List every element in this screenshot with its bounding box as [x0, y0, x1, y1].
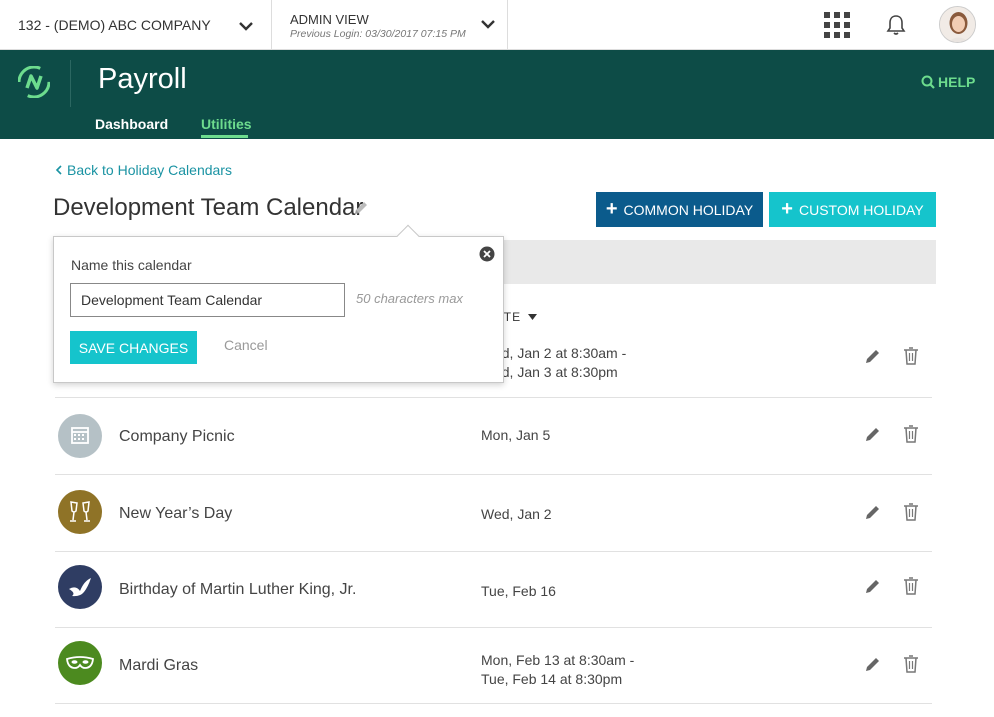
- date-line: Mon, Feb 13 at 8:30am -: [481, 652, 635, 668]
- help-link[interactable]: HELP: [921, 74, 975, 90]
- custom-holiday-button[interactable]: + CUSTOM HOLIDAY: [769, 192, 936, 227]
- table-row: New Year’s Day Wed, Jan 2: [55, 475, 932, 552]
- user-avatar-icon: [940, 7, 975, 42]
- header-divider: [70, 60, 71, 107]
- holiday-name: New Year’s Day: [119, 505, 233, 522]
- custom-holiday-label: CUSTOM HOLIDAY: [798, 201, 924, 218]
- holiday-icon: [58, 414, 102, 458]
- plus-icon: +: [605, 197, 618, 220]
- avatar[interactable]: [939, 6, 976, 43]
- table-row: Company Picnic Mon, Jan 5: [55, 398, 932, 475]
- dove-icon: [69, 578, 91, 597]
- chevron-left-icon: [55, 165, 62, 175]
- top-bar: 132 - (DEMO) ABC COMPANY ADMIN VIEW Prev…: [0, 0, 994, 50]
- date-line: Mon, Jan 5: [481, 427, 551, 443]
- chevron-down-icon: [481, 20, 495, 29]
- pencil-icon[interactable]: [864, 425, 882, 443]
- date-line: Tue, Feb 14 at 8:30pm: [481, 671, 623, 687]
- apps-grid-icon[interactable]: [824, 12, 850, 38]
- calendar-icon: [71, 427, 89, 444]
- trash-icon[interactable]: [903, 347, 919, 365]
- help-label: HELP: [938, 74, 976, 90]
- tab-utilities[interactable]: Utilities: [201, 116, 252, 132]
- tab-dashboard[interactable]: Dashboard: [95, 116, 168, 132]
- pencil-icon[interactable]: [864, 655, 882, 673]
- search-icon: [921, 75, 935, 89]
- popover-arrow: [396, 224, 420, 248]
- champagne-glasses-icon: [70, 501, 90, 522]
- bell-icon[interactable]: [885, 14, 907, 36]
- pencil-icon[interactable]: [864, 503, 882, 521]
- company-label: 132 - (DEMO) ABC COMPANY: [18, 17, 211, 33]
- save-changes-button[interactable]: SAVE CHANGES: [70, 331, 197, 364]
- common-holiday-label: COMMON HOLIDAY: [623, 201, 754, 218]
- char-limit-hint: 50 characters max: [356, 291, 463, 306]
- back-link-label: Back to Holiday Calendars: [67, 162, 232, 178]
- common-holiday-button[interactable]: + COMMON HOLIDAY: [596, 192, 763, 227]
- table-row: Mardi Gras Mon, Feb 13 at 8:30am - Tue, …: [55, 627, 932, 704]
- company-selector[interactable]: 132 - (DEMO) ABC COMPANY: [0, 0, 272, 50]
- mask-icon: [66, 656, 94, 669]
- holiday-name: Company Picnic: [119, 428, 235, 445]
- holiday-icon: [58, 490, 102, 534]
- app-title: Payroll: [98, 63, 187, 95]
- logo-icon: [18, 66, 50, 98]
- holiday-name: Birthday of Martin Luther King, Jr.: [119, 581, 357, 598]
- holiday-date: Mon, Jan 5: [481, 426, 550, 445]
- trash-icon[interactable]: [903, 577, 919, 595]
- view-selector[interactable]: ADMIN VIEW Previous Login: 03/30/2017 07…: [272, 0, 508, 50]
- trash-icon[interactable]: [903, 425, 919, 443]
- holiday-name: Mardi Gras: [119, 657, 199, 674]
- holiday-date: Mon, Feb 13 at 8:30am - Tue, Feb 14 at 8…: [481, 651, 634, 689]
- caret-down-icon: [528, 314, 538, 320]
- calendar-name-label: Name this calendar: [71, 257, 192, 273]
- cancel-button[interactable]: Cancel: [224, 337, 268, 353]
- close-icon[interactable]: [479, 246, 495, 262]
- rename-calendar-popover: Name this calendar 50 characters max SAV…: [53, 224, 504, 383]
- table-row: Birthday of Martin Luther King, Jr. Tue,…: [55, 551, 932, 628]
- trash-icon[interactable]: [903, 655, 919, 673]
- page-title: Development Team Calendar: [53, 194, 364, 221]
- view-title: ADMIN VIEW: [290, 12, 369, 27]
- holiday-icon: [58, 641, 102, 685]
- plus-icon: +: [781, 197, 793, 220]
- back-link[interactable]: Back to Holiday Calendars: [55, 162, 232, 178]
- calendar-name-input[interactable]: [70, 283, 345, 317]
- date-line: Wed, Jan 2: [481, 506, 552, 522]
- date-line: Tue, Feb 16: [481, 583, 556, 599]
- pencil-icon[interactable]: [864, 577, 882, 595]
- chevron-down-icon: [239, 22, 253, 31]
- holiday-date: Tue, Feb 16: [481, 582, 556, 601]
- active-tab-indicator: [201, 135, 248, 138]
- holiday-icon: [58, 565, 102, 609]
- pencil-icon[interactable]: [864, 347, 882, 365]
- trash-icon[interactable]: [903, 503, 919, 521]
- pencil-icon[interactable]: [352, 199, 370, 217]
- holiday-date: Wed, Jan 2: [481, 505, 552, 524]
- previous-login: Previous Login: 03/30/2017 07:15 PM: [290, 28, 466, 40]
